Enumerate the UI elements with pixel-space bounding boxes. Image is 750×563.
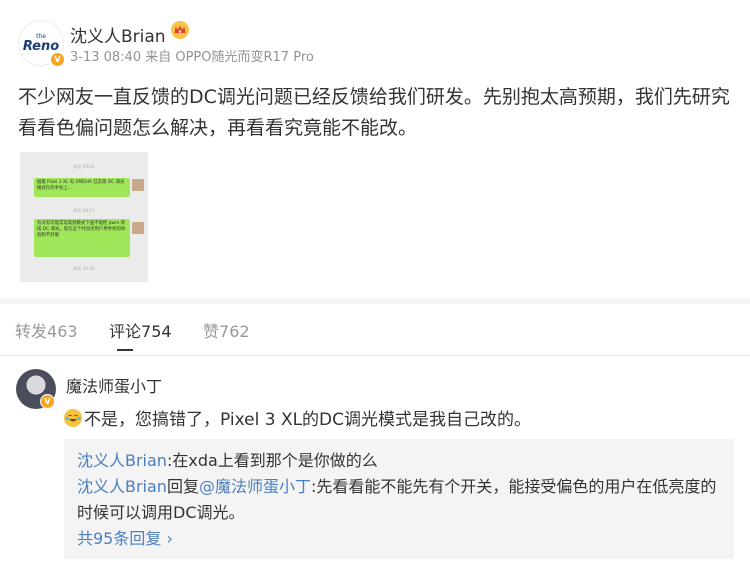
chat-time: 昨天 09:11 (73, 208, 95, 213)
reply-item: 沈义人Brian回复@魔法师蛋小丁:先看看能不能先有个开关，能接受偏色的用户在低… (77, 477, 717, 522)
reply-author-link[interactable]: 沈义人Brian (77, 477, 167, 496)
laughing-tears-emoji-icon (64, 408, 82, 427)
verified-badge-icon: V (40, 394, 55, 409)
chat-bubble: 据看 Pixel 3 XL 有 SMDHA 已实现 DC 调光模式在的手机上..… (34, 178, 130, 197)
tab-likes[interactable]: 赞762 (203, 318, 250, 342)
comment-body: 不是，您搞错了，Pixel 3 XL的DC调光模式是我自己改的。 (84, 410, 532, 430)
chat-time: 昨天 10:40 (73, 266, 95, 271)
reply-author-link[interactable]: 沈义人Brian (77, 451, 167, 470)
post-username[interactable]: 沈义人Brian (70, 22, 166, 47)
verified-badge-icon: V (50, 52, 65, 67)
active-tab-indicator (117, 349, 133, 351)
chat-time: 昨天 09:04 (73, 164, 95, 169)
post-meta: 3-13 08:40 来自 OPPO随光而变R17 Pro (70, 50, 314, 65)
tab-comments[interactable]: 评论754 (109, 318, 172, 342)
section-divider (0, 298, 750, 304)
comment-text: 不是，您搞错了，Pixel 3 XL的DC调光模式是我自己改的。 (64, 405, 531, 430)
reply-mention-link[interactable]: @魔法师蛋小丁 (199, 477, 311, 496)
post-body-text: 不少网友一直反馈的DC调光问题已经反馈给我们研发。先别抱太高预期，我们先研究看看… (18, 86, 730, 139)
commenter-username[interactable]: 魔法师蛋小丁 (66, 373, 162, 397)
post-image-thumbnail[interactable]: 昨天 09:04 据看 Pixel 3 XL 有 SMDHA 已实现 DC 调光… (20, 152, 148, 282)
replies-box: 沈义人Brian:在xda上看到那个是你做的么 沈义人Brian回复@魔法师蛋小… (64, 439, 734, 559)
chat-avatar (132, 179, 144, 191)
reply-item: 沈义人Brian:在xda上看到那个是你做的么 (77, 451, 378, 470)
chat-bubble: 有没有可能实现高频模式下面不能把 pwm 改成 DC 调光，现在这个时间点用户用… (34, 219, 130, 257)
vip-crown-icon[interactable] (170, 20, 190, 44)
more-replies-link[interactable]: 共95条回复 › (77, 526, 721, 552)
chat-avatar (132, 222, 144, 234)
tab-reposts[interactable]: 转发463 (15, 318, 78, 342)
reply-text: 在xda上看到那个是你做的么 (172, 451, 378, 470)
chevron-right-icon: › (161, 529, 173, 548)
tabs-divider (0, 355, 750, 356)
